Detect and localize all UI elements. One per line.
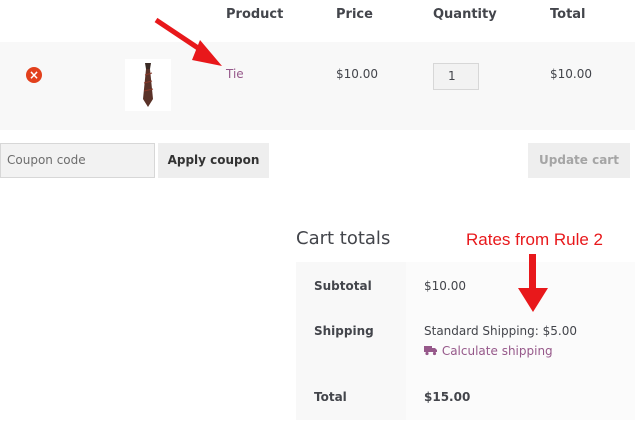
shipping-value: Standard Shipping: $5.00 (424, 324, 577, 338)
cart-totals-title: Cart totals (296, 228, 391, 249)
column-header-product: Product (226, 7, 284, 22)
cart-item-row (0, 42, 635, 130)
subtotal-value: $10.00 (424, 279, 466, 293)
apply-coupon-button[interactable]: Apply coupon (158, 143, 269, 178)
coupon-code-input[interactable]: Coupon code (0, 143, 155, 178)
total-value: $15.00 (424, 390, 471, 404)
remove-item-icon[interactable]: × (26, 67, 42, 83)
truck-icon (424, 346, 437, 356)
shipping-label: Shipping (314, 324, 374, 338)
total-label: Total (314, 390, 347, 404)
column-header-price: Price (336, 7, 373, 22)
update-cart-button[interactable]: Update cart (528, 143, 630, 178)
product-price: $10.00 (336, 67, 378, 81)
annotation-down-arrow-icon (518, 254, 548, 312)
calculate-shipping-label[interactable]: Calculate shipping (442, 344, 553, 358)
calculate-shipping-link[interactable]: Calculate shipping (424, 344, 553, 358)
annotation-text: Rates from Rule 2 (466, 230, 603, 249)
subtotal-label: Subtotal (314, 279, 372, 293)
quantity-input[interactable]: 1 (433, 63, 479, 90)
annotation-arrow-icon (154, 17, 222, 66)
column-header-total: Total (550, 7, 586, 22)
column-header-quantity: Quantity (433, 7, 497, 22)
product-subtotal: $10.00 (550, 67, 592, 81)
